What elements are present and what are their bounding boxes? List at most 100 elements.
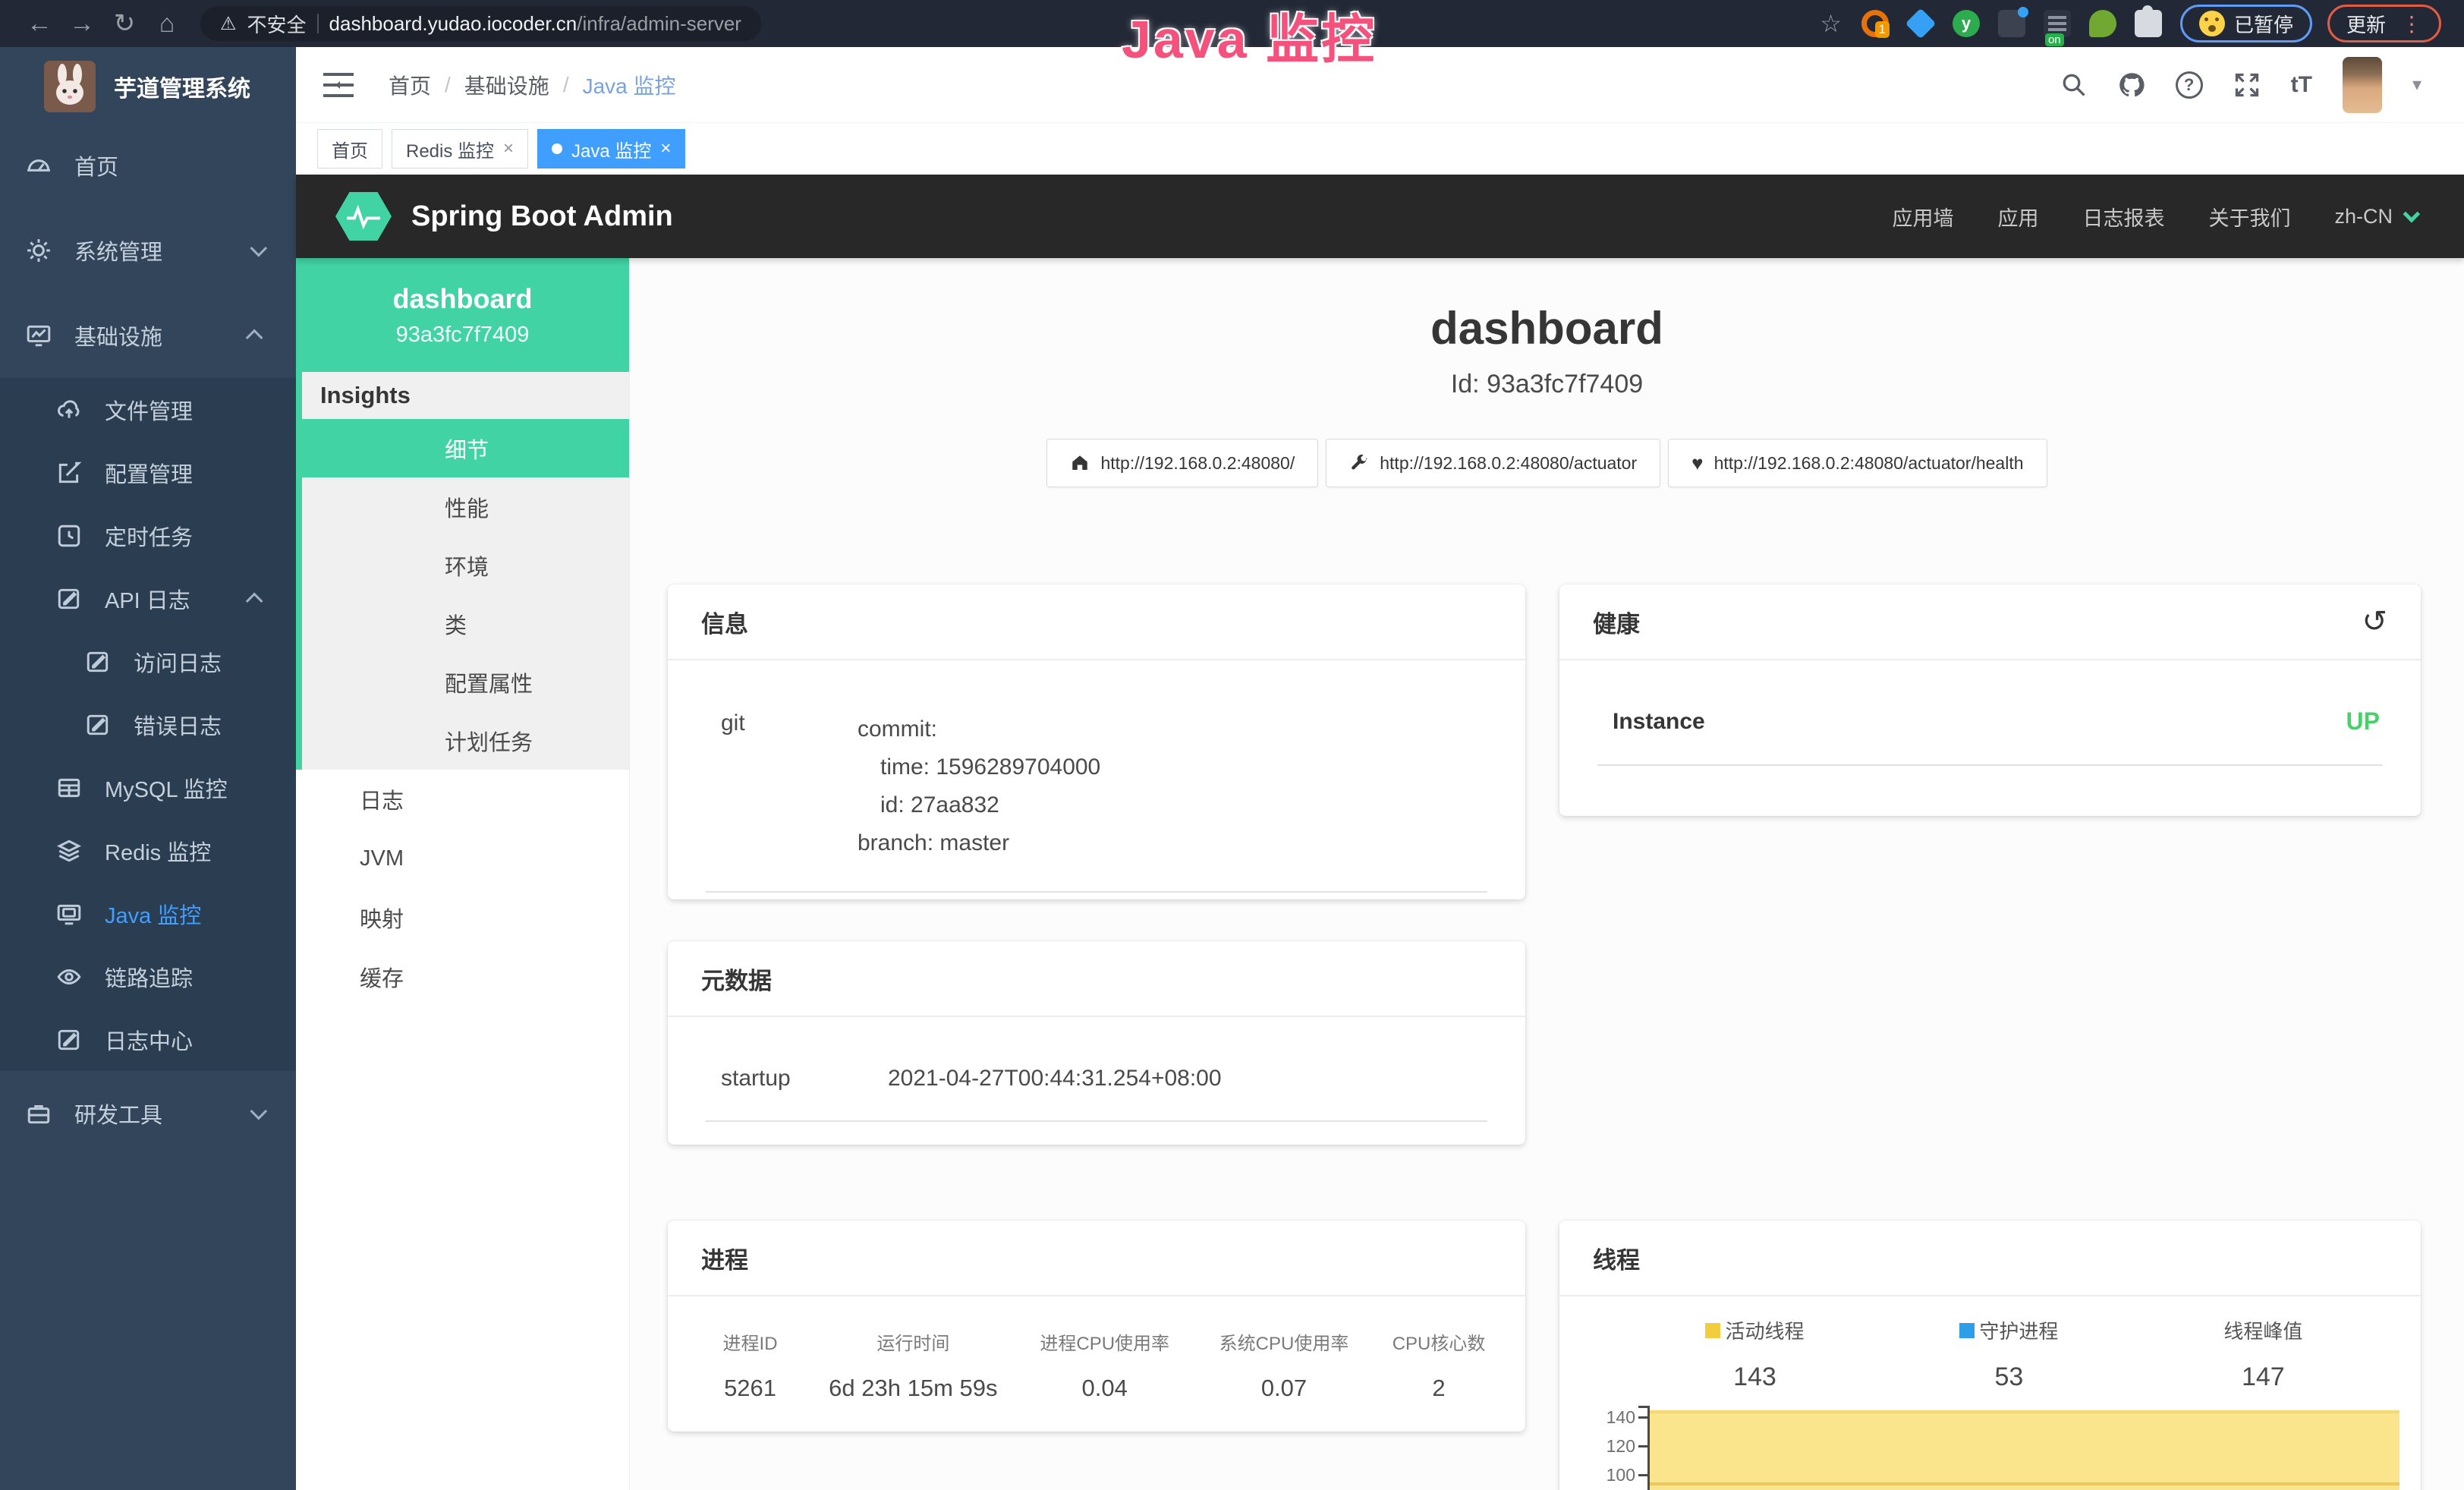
- extension-green-icon[interactable]: y: [1953, 10, 1980, 37]
- service-url-button[interactable]: http://192.168.0.2:48080/: [1046, 439, 1318, 487]
- forward-icon[interactable]: →: [61, 9, 103, 39]
- sba-item-mappings[interactable]: 映射: [296, 888, 629, 947]
- layers-icon: [56, 838, 82, 864]
- sba-item-metrics[interactable]: 性能: [302, 477, 629, 536]
- breadcrumb-infrastructure[interactable]: 基础设施: [464, 70, 549, 100]
- sba-nav-applications[interactable]: 应用: [1997, 202, 2038, 232]
- metadata-key: startup: [721, 1066, 888, 1092]
- tab-close-icon[interactable]: ×: [503, 138, 514, 159]
- update-button[interactable]: 更新 ⋮: [2327, 5, 2441, 43]
- fullscreen-icon[interactable]: [2233, 71, 2261, 99]
- instance-id-line: Id: 93a3fc7f7409: [630, 370, 2464, 399]
- sidebar-item-error-logs[interactable]: 错误日志: [0, 693, 296, 756]
- avatar[interactable]: [2343, 57, 2382, 113]
- area-gridline: [1650, 1482, 2399, 1485]
- sidebar-item-java-monitor[interactable]: Java 监控: [0, 882, 296, 945]
- tab-home[interactable]: 首页: [317, 129, 382, 169]
- sidebar-item-scheduled-jobs[interactable]: 定时任务: [0, 504, 296, 567]
- sidebar-item-tracing[interactable]: 链路追踪: [0, 945, 296, 1008]
- instance-header[interactable]: dashboard 93a3fc7f7409: [296, 258, 629, 372]
- sba-item-config-props[interactable]: 配置属性: [302, 653, 629, 711]
- sba-item-classes[interactable]: 类: [302, 594, 629, 653]
- threads-card-title: 线程: [1559, 1221, 2421, 1296]
- sidebar-item-file-management[interactable]: 文件管理: [0, 378, 296, 441]
- avatar-caret-icon[interactable]: ▾: [2412, 74, 2422, 96]
- sidebar-item-log-center[interactable]: 日志中心: [0, 1008, 296, 1071]
- infrastructure-submenu: 文件管理 配置管理 定时任务 API 日志 访问日志 错误日志: [0, 378, 296, 1071]
- peak-threads-label: 线程峰值: [2223, 1316, 2302, 1344]
- sba-brand[interactable]: Spring Boot Admin: [411, 200, 673, 233]
- paused-button[interactable]: 已暂停: [2180, 5, 2312, 43]
- sba-nav-journal[interactable]: 日志报表: [2082, 202, 2164, 232]
- github-icon[interactable]: [2118, 71, 2145, 99]
- service-url: http://192.168.0.2:48080/: [1100, 453, 1295, 474]
- health-url-button[interactable]: ♥ http://192.168.0.2:48080/actuator/heal…: [1668, 439, 2047, 487]
- sba-item-logs[interactable]: 日志: [296, 770, 629, 829]
- daemon-threads-value: 53: [1882, 1362, 2136, 1392]
- breadcrumb-home[interactable]: 首页: [389, 70, 431, 100]
- sba-item-scheduled-tasks[interactable]: 计划任务: [302, 711, 629, 770]
- sidebar-item-system[interactable]: 系统管理: [0, 208, 296, 293]
- sba-item-jvm[interactable]: JVM: [296, 829, 629, 888]
- tab-redis-monitor[interactable]: Redis 监控 ×: [392, 129, 528, 169]
- system-cpu: 0.07: [1194, 1375, 1374, 1402]
- heartbeat-icon: ♥: [1691, 453, 1703, 473]
- sidebar-item-dev-tools[interactable]: 研发工具: [0, 1071, 296, 1156]
- search-icon[interactable]: [2060, 71, 2088, 99]
- home-icon: [1070, 453, 1090, 473]
- info-commit-id: id: 27aa832: [858, 786, 1100, 824]
- sba-nav-wallboard[interactable]: 应用墙: [1892, 202, 1953, 232]
- health-row[interactable]: Instance UP: [1559, 660, 2421, 736]
- sidebar-item-redis-monitor[interactable]: Redis 监控: [0, 819, 296, 882]
- extension-grid-icon[interactable]: [1998, 10, 2025, 37]
- extension-gem-icon[interactable]: [1905, 8, 1937, 39]
- reload-icon[interactable]: ↻: [103, 8, 146, 39]
- sba-nav-about[interactable]: 关于我们: [2208, 202, 2290, 232]
- insights-section-title: Insights: [302, 372, 629, 419]
- edit-square-icon: [85, 712, 111, 738]
- tab-java-monitor[interactable]: Java 监控 ×: [537, 129, 685, 169]
- info-commit-time: time: 1596289704000: [858, 748, 1100, 786]
- health-card-title: 健康: [1593, 605, 1640, 639]
- edit-square-icon: [85, 649, 111, 675]
- sidebar-item-config-management[interactable]: 配置管理: [0, 441, 296, 504]
- sidebar-item-access-logs[interactable]: 访问日志: [0, 630, 296, 693]
- sidebar-item-mysql-monitor[interactable]: MySQL 监控: [0, 756, 296, 819]
- sba-nav: 应用墙 应用 日志报表 关于我们 zh-CN: [1892, 202, 2415, 232]
- sidebar-item-home[interactable]: 首页: [0, 123, 296, 208]
- address-bar[interactable]: ⚠ 不安全 dashboard.yudao.iocoder.cn/infra/a…: [200, 6, 761, 41]
- font-size-icon[interactable]: tT: [2291, 72, 2312, 98]
- axis-tick-mark: [1638, 1474, 1647, 1476]
- sidebar-item-label: 研发工具: [74, 1098, 162, 1129]
- actuator-url-button[interactable]: http://192.168.0.2:48080/actuator: [1326, 439, 1660, 487]
- back-icon[interactable]: ←: [18, 9, 61, 39]
- daemon-threads-label: 守护进程: [1979, 1316, 2058, 1344]
- toolbox-icon: [26, 1101, 52, 1126]
- threads-card: 线程 活动线程 143 守护进程 53 线程峰值 147 140 120 100: [1559, 1221, 2421, 1490]
- help-icon[interactable]: ?: [2176, 71, 2203, 99]
- bookmark-star-icon[interactable]: ☆: [1820, 9, 1842, 38]
- health-card: 健康 ↺ Instance UP: [1559, 584, 2421, 816]
- browser-home-icon[interactable]: ⌂: [146, 9, 188, 39]
- sba-item-caches[interactable]: 缓存: [296, 947, 629, 1006]
- extension-orange-icon[interactable]: 1: [1861, 10, 1889, 37]
- locale-select[interactable]: zh-CN: [2334, 205, 2415, 228]
- chevron-up-icon: [246, 329, 263, 347]
- sidebar-item-api-logs[interactable]: API 日志: [0, 567, 296, 630]
- sba-item-details[interactable]: 细节: [296, 419, 629, 477]
- extension-list-icon[interactable]: on: [2044, 10, 2071, 37]
- tab-label: Java 监控: [571, 136, 651, 162]
- tab-close-icon[interactable]: ×: [660, 138, 671, 159]
- sba-item-environment[interactable]: 环境: [302, 536, 629, 594]
- browser-menu-icon[interactable]: ⋮: [2401, 11, 2422, 36]
- sidebar-item-label: MySQL 监控: [105, 772, 228, 804]
- sidebar-item-infrastructure[interactable]: 基础设施: [0, 293, 296, 378]
- extension-leaf-icon[interactable]: [2089, 10, 2116, 37]
- page-header: 首页 / 基础设施 / Java 监控 ? tT ▾: [296, 47, 2464, 123]
- sidebar-collapse-icon[interactable]: [322, 71, 355, 99]
- health-status-badge: UP: [2346, 707, 2380, 736]
- extensions-puzzle-icon[interactable]: [2135, 10, 2162, 37]
- history-icon[interactable]: ↺: [2362, 604, 2387, 639]
- instance-links: http://192.168.0.2:48080/ http://192.168…: [630, 439, 2464, 487]
- app-logo-row[interactable]: 芋道管理系统: [0, 47, 296, 123]
